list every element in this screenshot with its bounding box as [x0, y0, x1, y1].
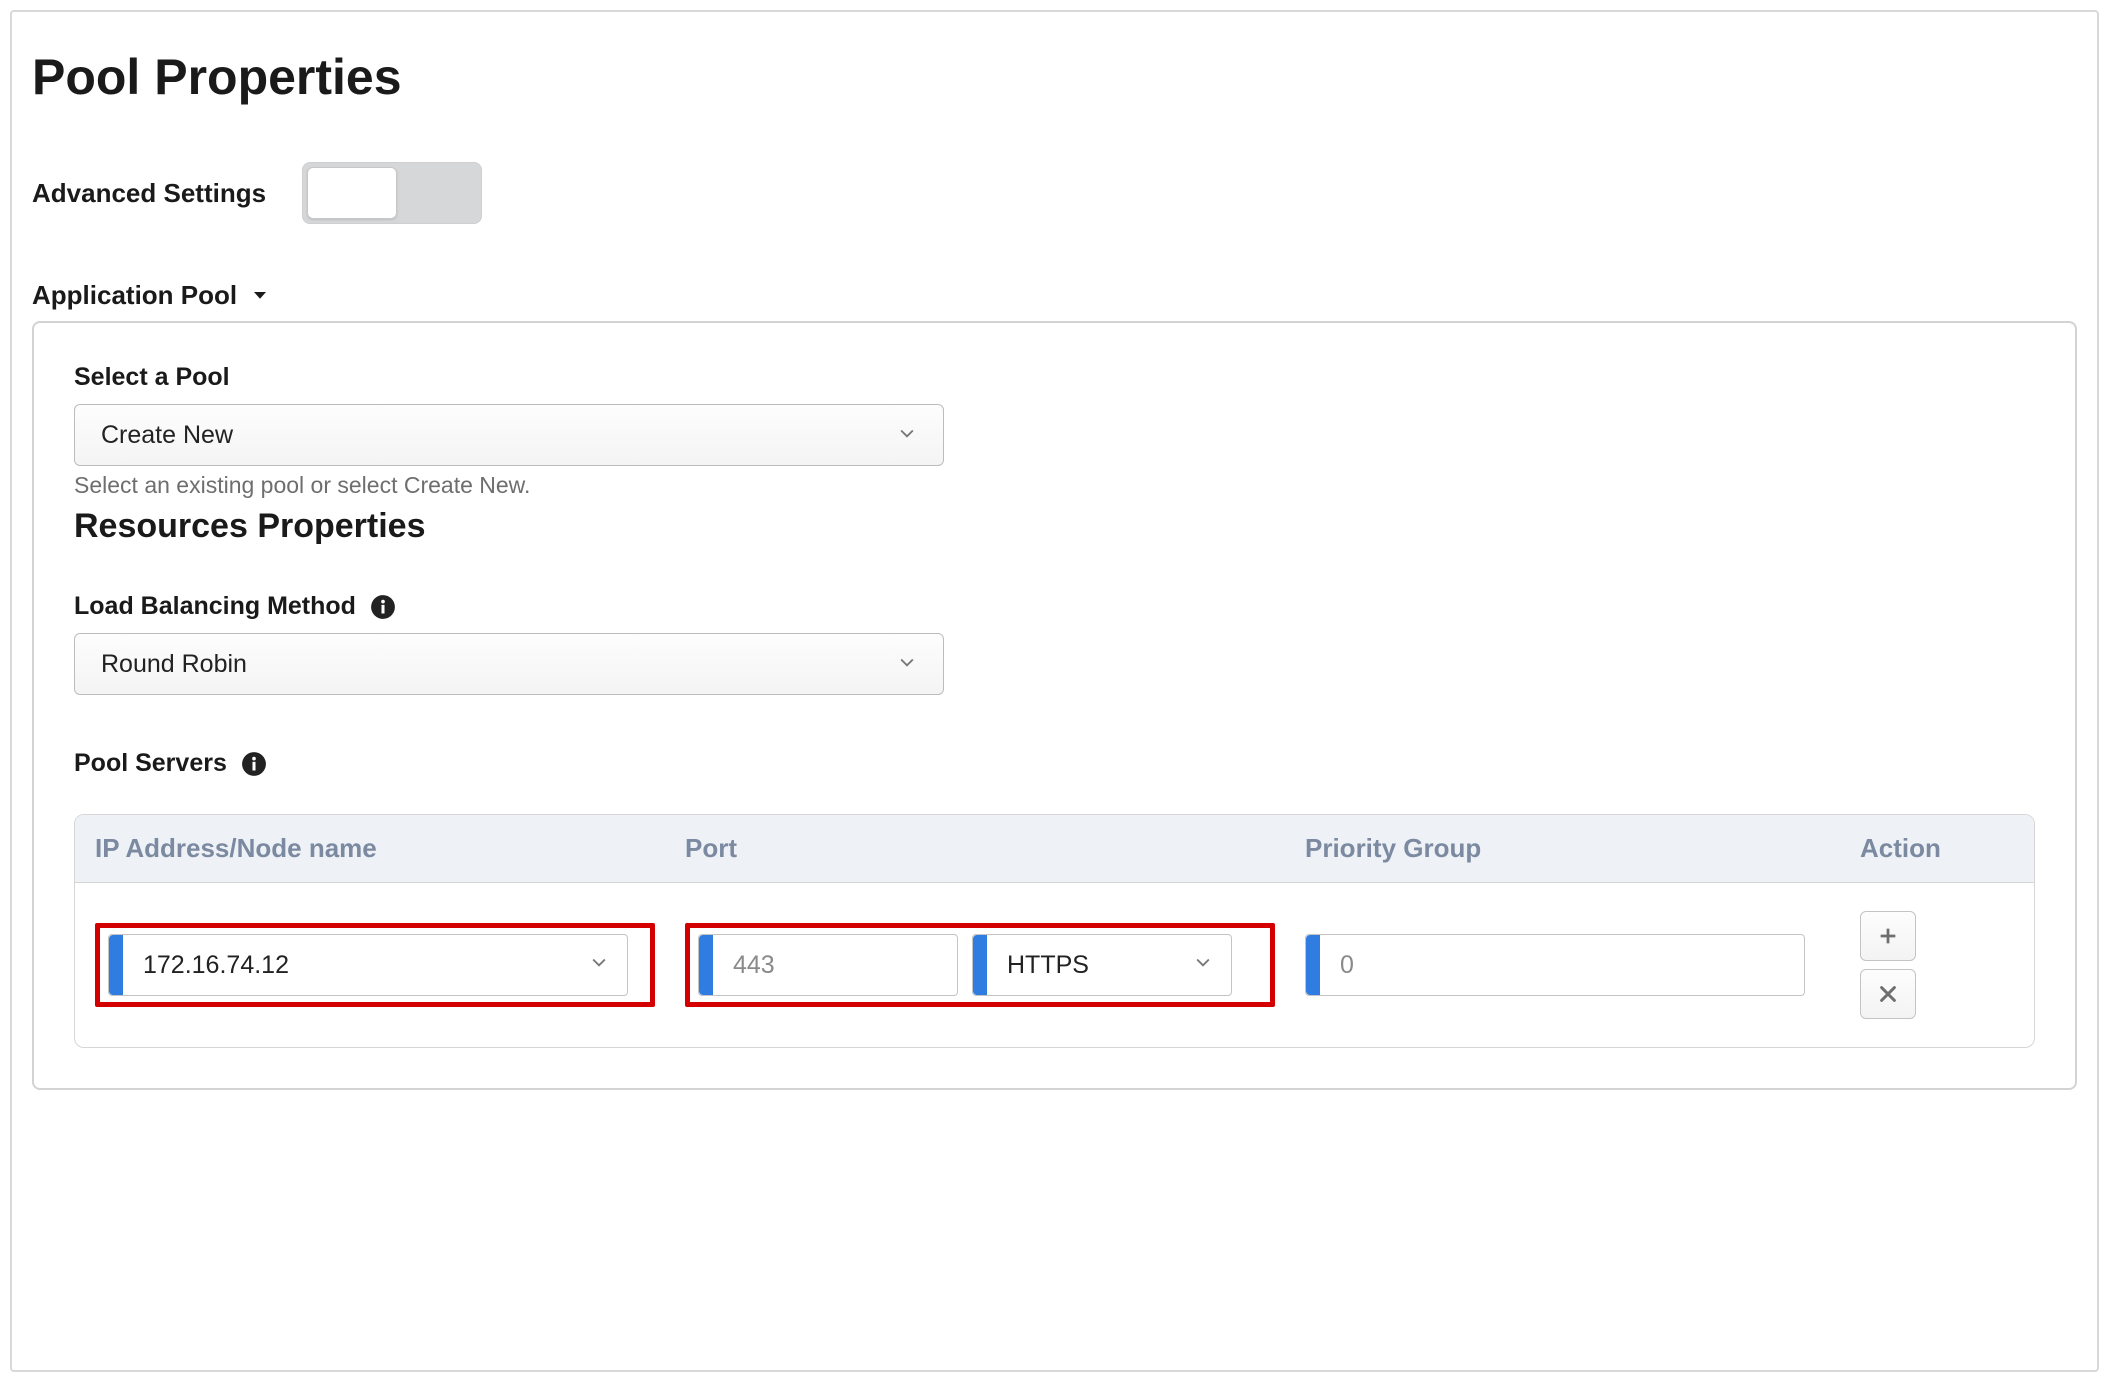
toggle-knob	[307, 167, 397, 219]
application-pool-panel: Select a Pool Create New Select an exist…	[32, 321, 2077, 1090]
chevron-down-icon	[897, 421, 917, 450]
port-input[interactable]	[698, 934, 958, 996]
resources-properties-title: Resources Properties	[74, 507, 2035, 546]
select-pool-helper: Select an existing pool or select Create…	[74, 472, 2035, 499]
close-icon	[1877, 983, 1899, 1005]
select-pool-dropdown[interactable]: Create New	[74, 404, 944, 466]
priority-input[interactable]	[1305, 934, 1805, 996]
chevron-down-icon	[1193, 952, 1231, 978]
col-ip: IP Address/Node name	[95, 833, 685, 864]
protocol-select[interactable]: HTTPS	[972, 934, 1232, 996]
page-title: Pool Properties	[32, 48, 2077, 106]
blue-tag	[109, 935, 123, 995]
table-row: 172.16.74.12	[75, 883, 2034, 1047]
pool-servers-table: IP Address/Node name Port Priority Group…	[74, 814, 2035, 1048]
chevron-down-icon	[897, 650, 917, 679]
highlight-box: HTTPS	[685, 923, 1275, 1007]
advanced-settings-toggle[interactable]	[302, 162, 482, 224]
col-action: Action	[1860, 833, 1980, 864]
port-field[interactable]	[713, 935, 957, 995]
col-priority: Priority Group	[1305, 833, 1860, 864]
application-pool-expander[interactable]: Application Pool	[32, 280, 269, 311]
info-icon[interactable]	[370, 594, 396, 620]
add-row-button[interactable]	[1860, 911, 1916, 961]
select-pool-label: Select a Pool	[74, 363, 2035, 392]
pool-properties-panel: Pool Properties Advanced Settings Applic…	[10, 10, 2099, 1372]
ip-address-value: 172.16.74.12	[123, 951, 589, 980]
col-port: Port	[685, 833, 1305, 864]
advanced-settings-label: Advanced Settings	[32, 178, 266, 209]
pool-servers-header: IP Address/Node name Port Priority Group…	[75, 815, 2034, 883]
load-balancing-dropdown[interactable]: Round Robin	[74, 633, 944, 695]
blue-tag	[1306, 935, 1320, 995]
plus-icon	[1877, 925, 1899, 947]
load-balancing-value: Round Robin	[101, 650, 247, 679]
select-pool-value: Create New	[101, 421, 233, 450]
remove-row-button[interactable]	[1860, 969, 1916, 1019]
blue-tag	[699, 935, 713, 995]
caret-down-icon	[251, 280, 269, 311]
load-balancing-label: Load Balancing Method	[74, 592, 356, 621]
chevron-down-icon	[589, 952, 627, 978]
protocol-value: HTTPS	[987, 951, 1193, 980]
ip-address-select[interactable]: 172.16.74.12	[108, 934, 628, 996]
application-pool-title: Application Pool	[32, 280, 237, 311]
info-icon[interactable]	[241, 751, 267, 777]
priority-field[interactable]	[1320, 935, 1804, 995]
blue-tag	[973, 935, 987, 995]
pool-servers-label: Pool Servers	[74, 749, 227, 778]
highlight-box: 172.16.74.12	[95, 923, 655, 1007]
